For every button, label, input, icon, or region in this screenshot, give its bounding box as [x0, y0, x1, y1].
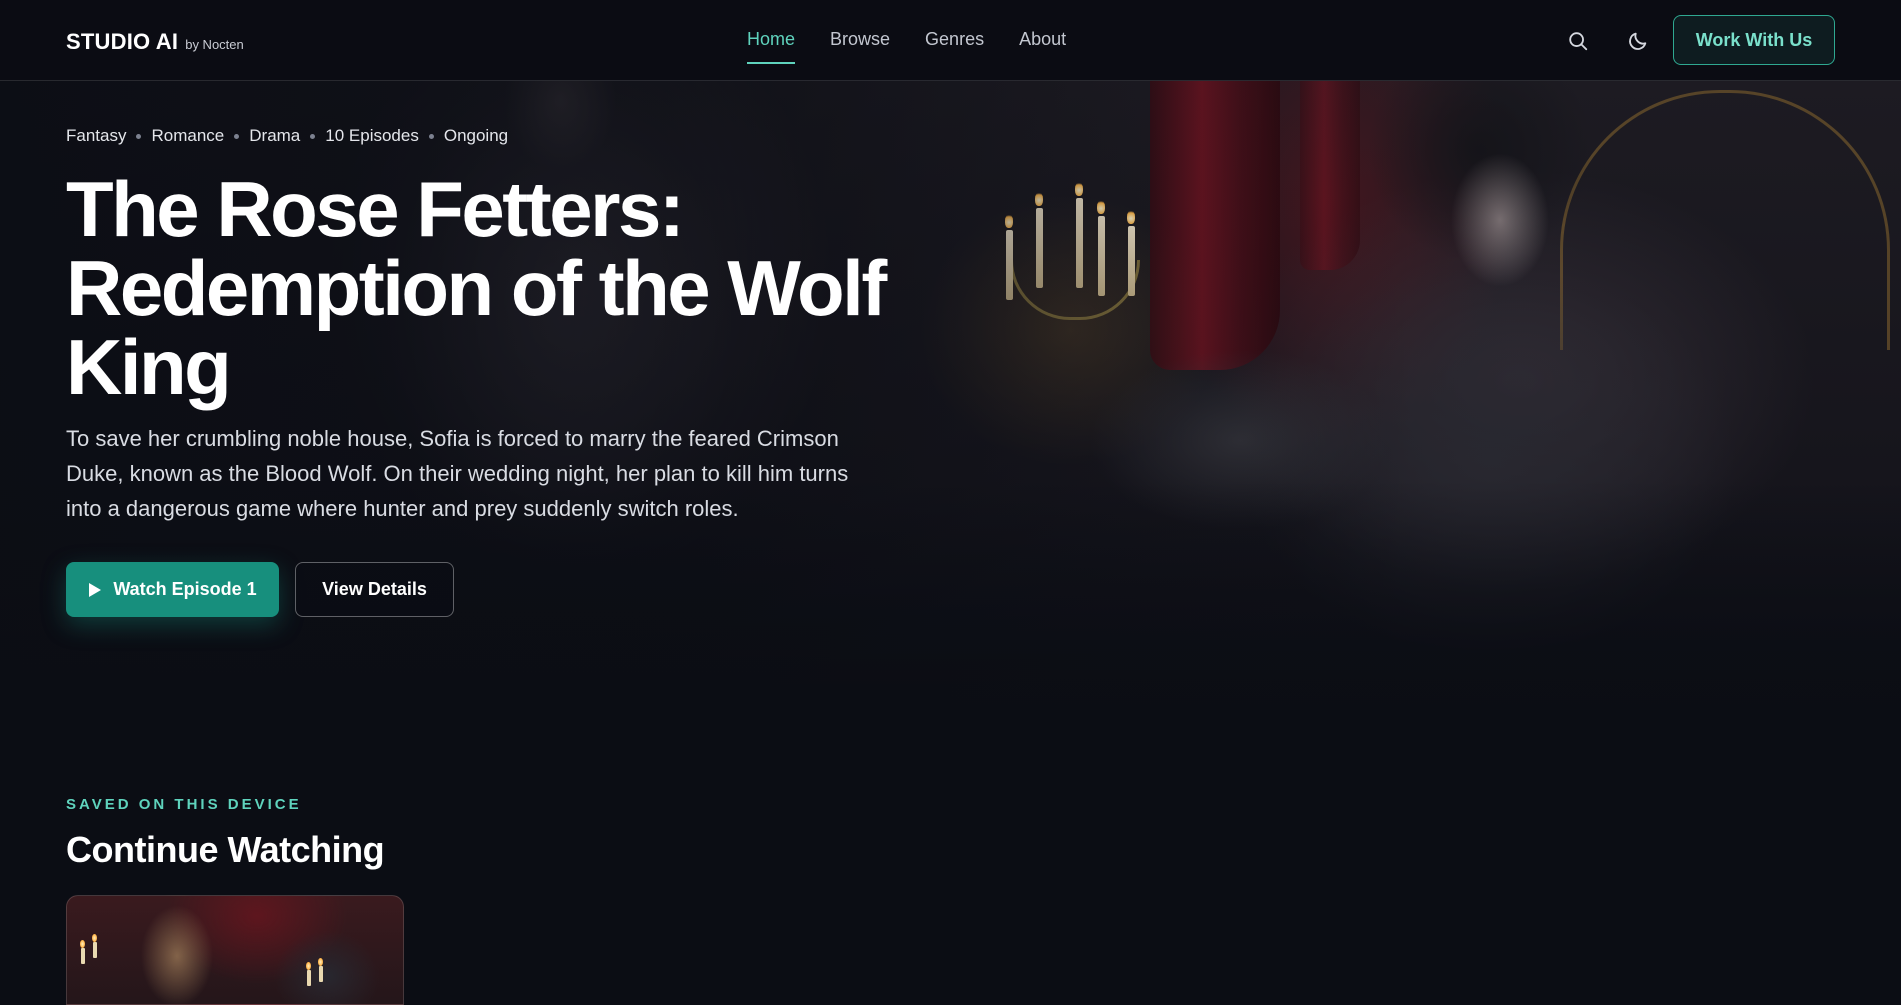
nav-about[interactable]: About: [1019, 29, 1066, 64]
logo-title: STUDIO AI: [66, 29, 179, 54]
card-flame: [318, 958, 323, 966]
meta-separator: [234, 133, 240, 139]
meta-genre: Drama: [249, 126, 301, 145]
view-details-button[interactable]: View Details: [295, 562, 454, 617]
hero-meta-tags: Fantasy Romance Drama 10 Episodes Ongoin…: [66, 126, 906, 146]
moon-icon: [1629, 32, 1647, 50]
nav-genres[interactable]: Genres: [925, 29, 984, 64]
watch-episode-label: Watch Episode 1: [113, 579, 257, 599]
search-button[interactable]: [1563, 26, 1593, 56]
play-icon: [89, 582, 102, 597]
hero-title: The Rose Fetters: Redemption of the Wolf…: [66, 165, 887, 411]
card-candle: [319, 966, 323, 982]
meta-status: Ongoing: [443, 126, 509, 145]
hero-actions: Watch Episode 1 View Details: [66, 562, 906, 617]
meta-separator: [310, 133, 316, 139]
meta-separator: [428, 133, 434, 139]
card-flame: [306, 962, 311, 970]
watch-episode-button[interactable]: Watch Episode 1: [66, 562, 279, 617]
continue-watching-card[interactable]: [66, 895, 404, 1005]
meta-genre: Romance: [151, 126, 225, 145]
card-flame: [92, 934, 97, 942]
main-nav: Home Browse Genres About: [747, 29, 1066, 64]
card-flame: [80, 940, 85, 948]
work-with-us-button[interactable]: Work With Us: [1673, 15, 1835, 65]
card-candle: [81, 948, 85, 964]
section-eyebrow: SAVED ON THIS DEVICE: [66, 796, 302, 813]
theme-toggle-button[interactable]: [1623, 26, 1653, 56]
logo[interactable]: STUDIO AI by Nocten: [66, 29, 244, 55]
section-title: Continue Watching: [66, 829, 385, 870]
card-candle: [307, 970, 311, 986]
logo-subtitle: by Nocten: [185, 37, 244, 52]
search-icon: [1569, 32, 1588, 51]
hero-section: Fantasy Romance Drama 10 Episodes Ongoin…: [66, 126, 906, 617]
meta-genre: Fantasy: [66, 126, 127, 145]
hero-description: To save her crumbling noble house, Sofia…: [66, 426, 849, 521]
nav-home[interactable]: Home: [747, 29, 796, 64]
continue-watching-section: SAVED ON THIS DEVICE Continue Watching: [66, 796, 966, 1005]
card-candle: [93, 942, 97, 958]
top-navbar: STUDIO AI by Nocten Home Browse Genres A…: [0, 0, 1901, 81]
meta-episodes: 10 Episodes: [325, 126, 419, 145]
nav-browse[interactable]: Browse: [830, 29, 890, 64]
meta-separator: [136, 133, 142, 139]
